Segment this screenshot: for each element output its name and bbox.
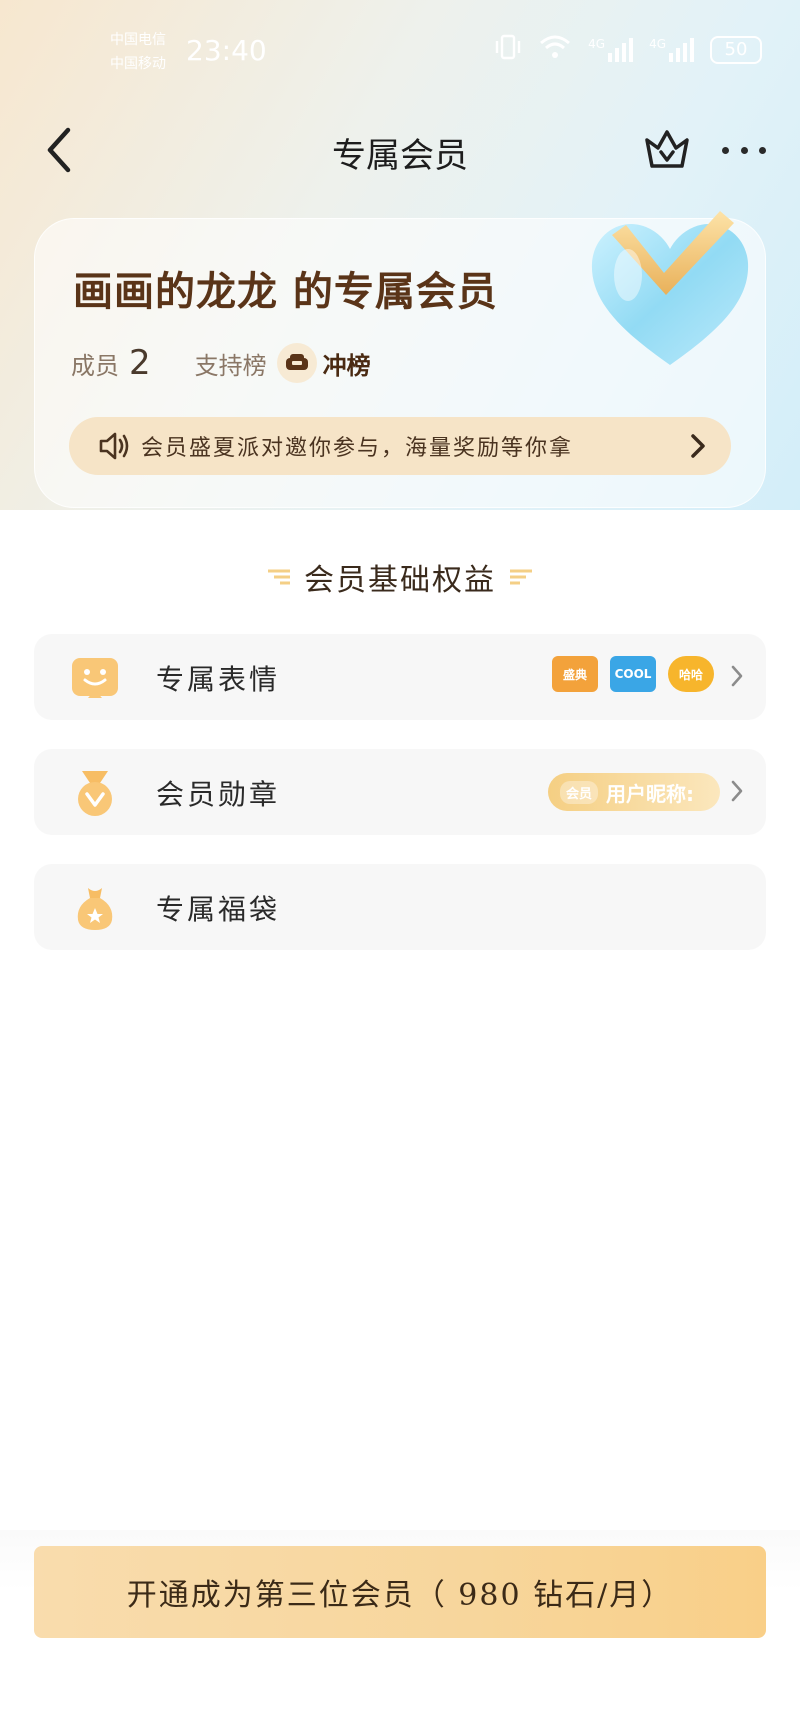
sticker-preview: 哈哈 (668, 656, 714, 692)
group-title: 画画的龙龙 的专属会员 (73, 268, 498, 315)
wifi-icon (538, 34, 572, 65)
crown-button[interactable] (642, 124, 692, 174)
nav-bar: 专属会员 (0, 110, 800, 190)
members-count: 2 (129, 343, 151, 383)
speaker-icon (99, 432, 129, 460)
benefit-label: 专属福袋 (156, 893, 281, 926)
stats-row: 成员 2 支持榜 冲榜 (71, 343, 371, 383)
benefit-stickers[interactable]: 专属表情 盛典 COOL 哈哈 (34, 634, 766, 720)
status-bar: 中国电信 中国移动 23:40 4G 4G 50 (0, 0, 800, 100)
chevron-right-icon (731, 780, 743, 802)
more-dot (722, 146, 729, 154)
heart-emblem (580, 205, 760, 375)
sticker-previews: 盛典 COOL 哈哈 (552, 656, 714, 692)
more-dot (759, 146, 766, 154)
battery-icon: 50 (710, 35, 762, 64)
chevron-right-icon (731, 665, 743, 687)
lucky-bag-icon (77, 888, 113, 930)
benefit-label: 专属表情 (156, 663, 281, 696)
rank-button[interactable]: 冲榜 (323, 346, 371, 381)
wing-left-icon (268, 569, 290, 585)
battery-level: 50 (724, 39, 748, 60)
smile-badge-icon (72, 658, 118, 698)
signal-2-icon: 4G (649, 37, 694, 63)
section-title: 会员基础权益 (0, 555, 800, 599)
members-label: 成员 (71, 351, 119, 380)
wing-right-icon (510, 569, 532, 585)
carrier-2: 中国移动 (110, 56, 166, 72)
join-membership-button[interactable]: 开通成为第三位会员（ 980 钻石/月） (34, 1546, 766, 1638)
medal-icon (78, 771, 112, 816)
promo-banner[interactable]: 会员盛夏派对邀你参与，海量奖励等你拿 (69, 417, 731, 475)
banner-text: 会员盛夏派对邀你参与，海量奖励等你拿 (141, 436, 574, 461)
benefit-label: 会员勋章 (156, 778, 281, 811)
network-2-label: 4G (649, 36, 666, 51)
signal-1-icon: 4G (588, 36, 634, 63)
support-label: 支持榜 (194, 351, 267, 380)
medal-preview: 会员 用户昵称: (548, 773, 720, 811)
sticker-preview: COOL (610, 656, 656, 692)
benefit-lucky-bag[interactable]: 专属福袋 (34, 864, 766, 950)
nickname-preview: 用户昵称: (606, 781, 695, 806)
network-1-label: 4G (588, 36, 606, 51)
sticker-preview: 盛典 (552, 656, 598, 692)
more-dot (740, 146, 748, 154)
vibrate-icon (494, 34, 522, 65)
benefit-medal[interactable]: 会员勋章 会员 用户昵称: (34, 749, 766, 835)
medal-tag: 会员 (560, 780, 599, 804)
chevron-right-icon (691, 434, 705, 458)
crown-icon (645, 130, 689, 168)
section-title-text: 会员基础权益 (304, 563, 496, 598)
carrier-1: 中国电信 (110, 32, 166, 48)
more-button[interactable] (722, 132, 766, 168)
status-time: 23:40 (186, 34, 267, 67)
sofa-icon[interactable] (276, 343, 317, 383)
status-icons: 4G 4G 50 (494, 34, 762, 65)
carrier-info: 中国电信 中国移动 (110, 28, 166, 76)
